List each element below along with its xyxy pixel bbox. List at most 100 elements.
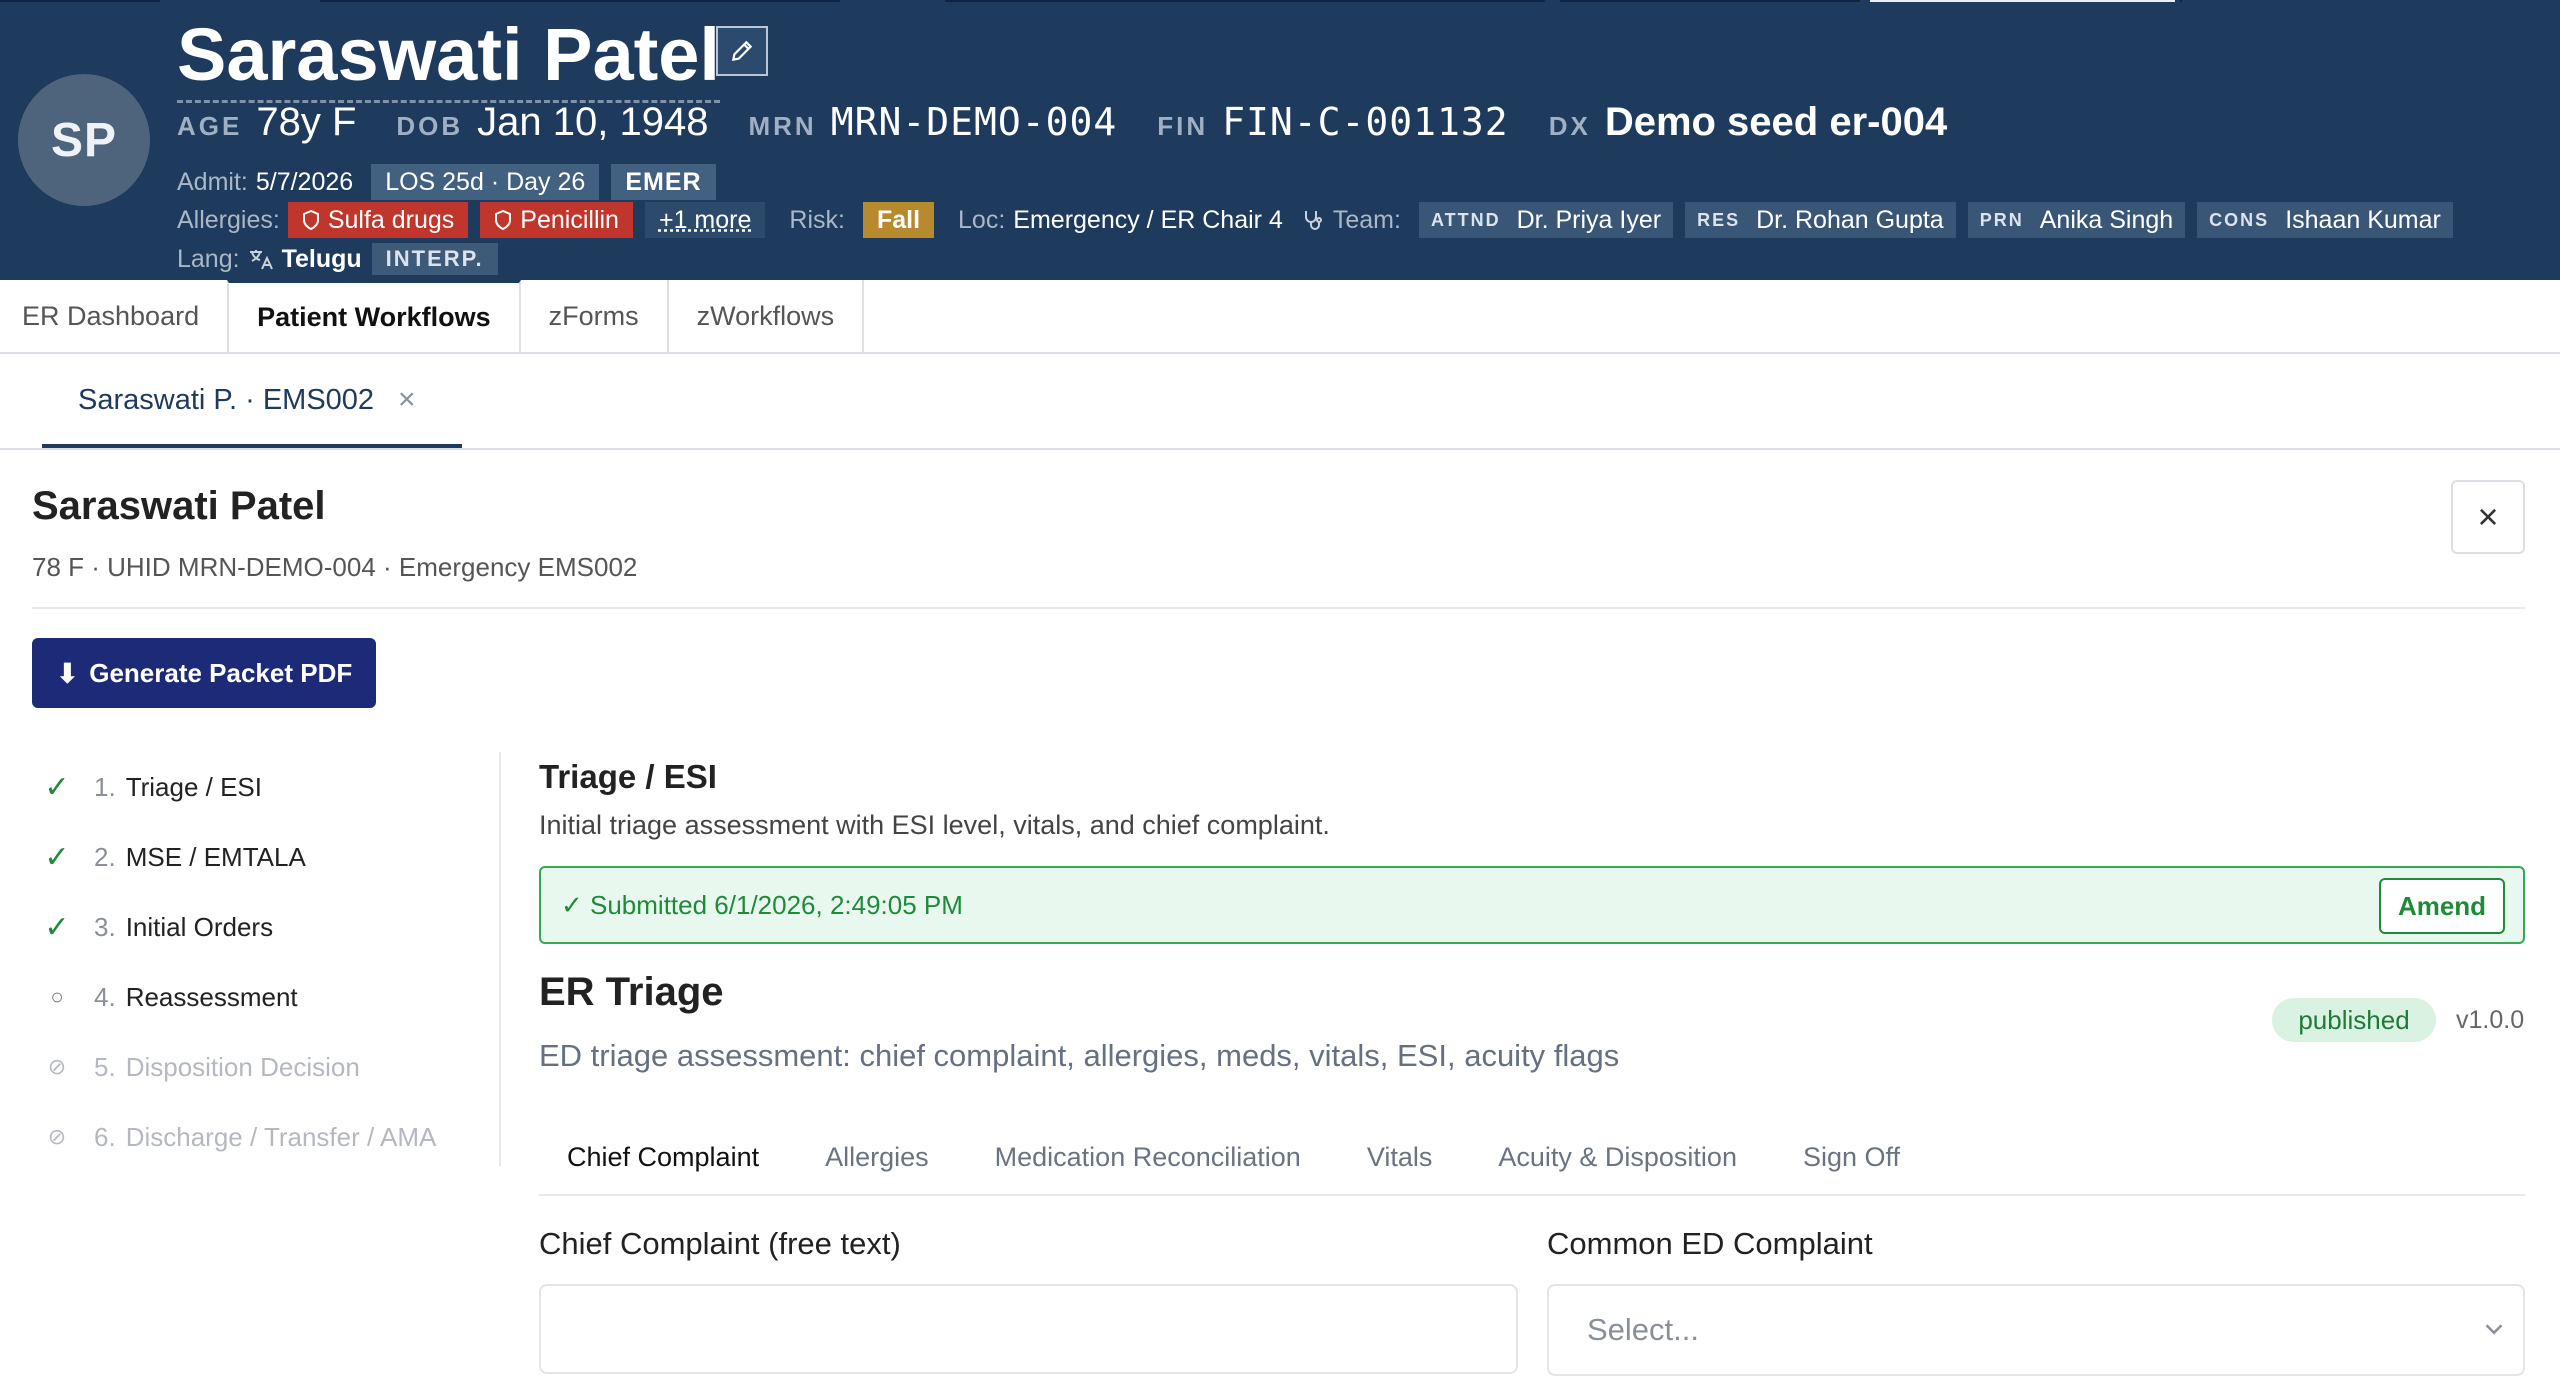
- team-chip-consultant[interactable]: CONS Ishaan Kumar: [2197, 202, 2453, 238]
- shield-icon: [302, 210, 319, 230]
- step-item[interactable]: ✓ 3. Initial Orders: [32, 892, 492, 962]
- close-icon: ×: [2477, 496, 2499, 537]
- common-complaint-select[interactable]: Select...: [1547, 1284, 2525, 1376]
- download-arrow-icon: ⬇: [55, 657, 80, 689]
- blocked-icon: ⊘: [47, 1054, 67, 1079]
- team-member-name: Dr. Priya Iyer: [1516, 205, 1662, 234]
- form-section-tabs: Chief Complaint Allergies Medication Rec…: [539, 1120, 2525, 1196]
- demographics-row: AGE 78y F DOB Jan 10, 1948 MRN MRN-DEMO-…: [177, 100, 1987, 150]
- chief-complaint-label: Chief Complaint (free text): [539, 1226, 901, 1261]
- step-label: Discharge / Transfer / AMA: [125, 1121, 437, 1152]
- step-number: 6.: [94, 1121, 116, 1152]
- chevron-down-icon: [2485, 1324, 2503, 1335]
- step-title: Triage / ESI: [539, 758, 717, 795]
- step-number: 2.: [94, 841, 116, 872]
- check-icon: ✓: [44, 840, 70, 874]
- mrn-value: MRN-DEMO-004: [830, 100, 1118, 144]
- step-label: Disposition Decision: [125, 1051, 360, 1082]
- tab-er-dashboard[interactable]: ER Dashboard: [0, 280, 228, 352]
- risk-badge: Fall: [862, 202, 935, 238]
- step-label: Initial Orders: [125, 911, 274, 942]
- step-number: 1.: [94, 771, 116, 802]
- translate-icon: [249, 250, 273, 270]
- allergies-label: Allergies:: [177, 205, 280, 234]
- allergy-chip[interactable]: Penicillin: [480, 202, 633, 238]
- patient-name[interactable]: Saraswati Patel: [177, 10, 720, 103]
- stethoscope-icon: [1304, 211, 1322, 230]
- circle-icon: ○: [50, 984, 64, 1009]
- patient-tabs: Saraswati P. · EMS002 ×: [0, 356, 2560, 450]
- amend-button[interactable]: Amend: [2379, 878, 2505, 934]
- check-icon: ✓: [44, 910, 70, 944]
- lang-value: Telugu: [281, 244, 362, 273]
- fin-label: FIN: [1157, 111, 1209, 141]
- tab-medication-reconciliation[interactable]: Medication Reconciliation: [967, 1120, 1329, 1194]
- allergy-chip[interactable]: Sulfa drugs: [287, 202, 469, 238]
- allergies-more-link[interactable]: +1 more: [644, 202, 766, 238]
- tab-allergies[interactable]: Allergies: [797, 1120, 957, 1194]
- submitted-text: ✓ Submitted 6/1/2026, 2:49:05 PM: [561, 890, 963, 920]
- form-description: ED triage assessment: chief complaint, a…: [539, 1038, 1620, 1073]
- step-label: MSE / EMTALA: [125, 841, 306, 872]
- step-item[interactable]: ○ 4. Reassessment: [32, 962, 492, 1032]
- patient-tab[interactable]: Saraswati P. · EMS002 ×: [42, 356, 462, 448]
- age-label: AGE: [177, 111, 243, 141]
- dob-label: DOB: [396, 111, 464, 141]
- encounter-type-badge: EMER: [611, 164, 716, 200]
- loc-value: Emergency / ER Chair 4: [1013, 205, 1283, 234]
- patient-banner: SP Saraswati Patel AGE 78y F DOB Jan 10,…: [0, 0, 2560, 280]
- app-tabs: ER Dashboard Patient Workflows zForms zW…: [0, 280, 2560, 354]
- step-number: 4.: [94, 981, 116, 1012]
- status-badge: published: [2272, 998, 2436, 1042]
- common-complaint-label: Common ED Complaint: [1547, 1226, 1873, 1261]
- submitted-banner: ✓ Submitted 6/1/2026, 2:49:05 PM Amend: [539, 866, 2525, 944]
- step-item[interactable]: ✓ 1. Triage / ESI: [32, 752, 492, 822]
- tab-patient-workflows[interactable]: Patient Workflows: [227, 280, 521, 352]
- step-label: Reassessment: [125, 981, 298, 1012]
- chief-complaint-input[interactable]: [539, 1284, 1518, 1374]
- team-chip-attending[interactable]: ATTND Dr. Priya Iyer: [1418, 202, 1674, 238]
- admit-row: Admit: 5/7/2026 LOS 25d · Day 26 EMER: [177, 163, 728, 201]
- step-description: Initial triage assessment with ESI level…: [539, 810, 1330, 840]
- edit-patient-button[interactable]: [716, 26, 768, 76]
- admit-value: 5/7/2026: [255, 167, 354, 196]
- team-chip-resident[interactable]: RES Dr. Rohan Gupta: [1685, 202, 1956, 238]
- language-row: Lang: Telugu INTERP.: [177, 240, 510, 278]
- workflow-patient-name: Saraswati Patel: [32, 484, 326, 528]
- tab-sign-off[interactable]: Sign Off: [1775, 1120, 1928, 1194]
- select-placeholder: Select...: [1587, 1312, 1699, 1347]
- allergies-row: Allergies: Sulfa drugs Penicillin +1 mor…: [177, 201, 2465, 239]
- allergy-chip-label: Penicillin: [520, 205, 619, 234]
- tab-zforms[interactable]: zForms: [520, 280, 669, 352]
- fin-value: FIN-C-001132: [1222, 100, 1509, 144]
- tab-zworkflows[interactable]: zWorkflows: [668, 280, 865, 352]
- step-item[interactable]: ✓ 2. MSE / EMTALA: [32, 822, 492, 892]
- close-tab-icon[interactable]: ×: [398, 383, 416, 417]
- pencil-icon: [731, 40, 753, 62]
- lang-label: Lang:: [177, 244, 240, 273]
- team-member-name: Ishaan Kumar: [2285, 205, 2441, 234]
- close-workflow-button[interactable]: ×: [2451, 480, 2525, 554]
- blocked-icon: ⊘: [47, 1124, 67, 1149]
- team-chip-primary-nurse[interactable]: PRN Anika Singh: [1967, 202, 2186, 238]
- interpreter-badge: INTERP.: [371, 243, 498, 275]
- age-value: 78y F: [256, 100, 357, 144]
- step-item: ⊘ 6. Discharge / Transfer / AMA: [32, 1102, 492, 1172]
- tab-vitals[interactable]: Vitals: [1339, 1120, 1461, 1194]
- team-role: CONS: [2209, 209, 2270, 230]
- form-version: v1.0.0: [2456, 1006, 2525, 1034]
- loc-label: Loc:: [958, 205, 1006, 234]
- mrn-label: MRN: [748, 111, 817, 141]
- los-badge: LOS 25d · Day 26: [371, 164, 600, 200]
- check-icon: ✓: [44, 770, 70, 804]
- tab-acuity-disposition[interactable]: Acuity & Disposition: [1470, 1120, 1765, 1194]
- avatar: SP: [18, 74, 150, 206]
- divider: [32, 607, 2525, 609]
- step-number: 3.: [94, 911, 116, 942]
- workflow-steps: ✓ 1. Triage / ESI ✓ 2. MSE / EMTALA ✓ 3.…: [32, 752, 492, 1172]
- tab-chief-complaint[interactable]: Chief Complaint: [539, 1120, 787, 1194]
- generate-packet-pdf-button[interactable]: ⬇ Generate Packet PDF: [32, 638, 376, 708]
- form-title: ER Triage: [539, 970, 724, 1014]
- team-role: RES: [1697, 209, 1741, 230]
- team-role: PRN: [1979, 209, 2024, 230]
